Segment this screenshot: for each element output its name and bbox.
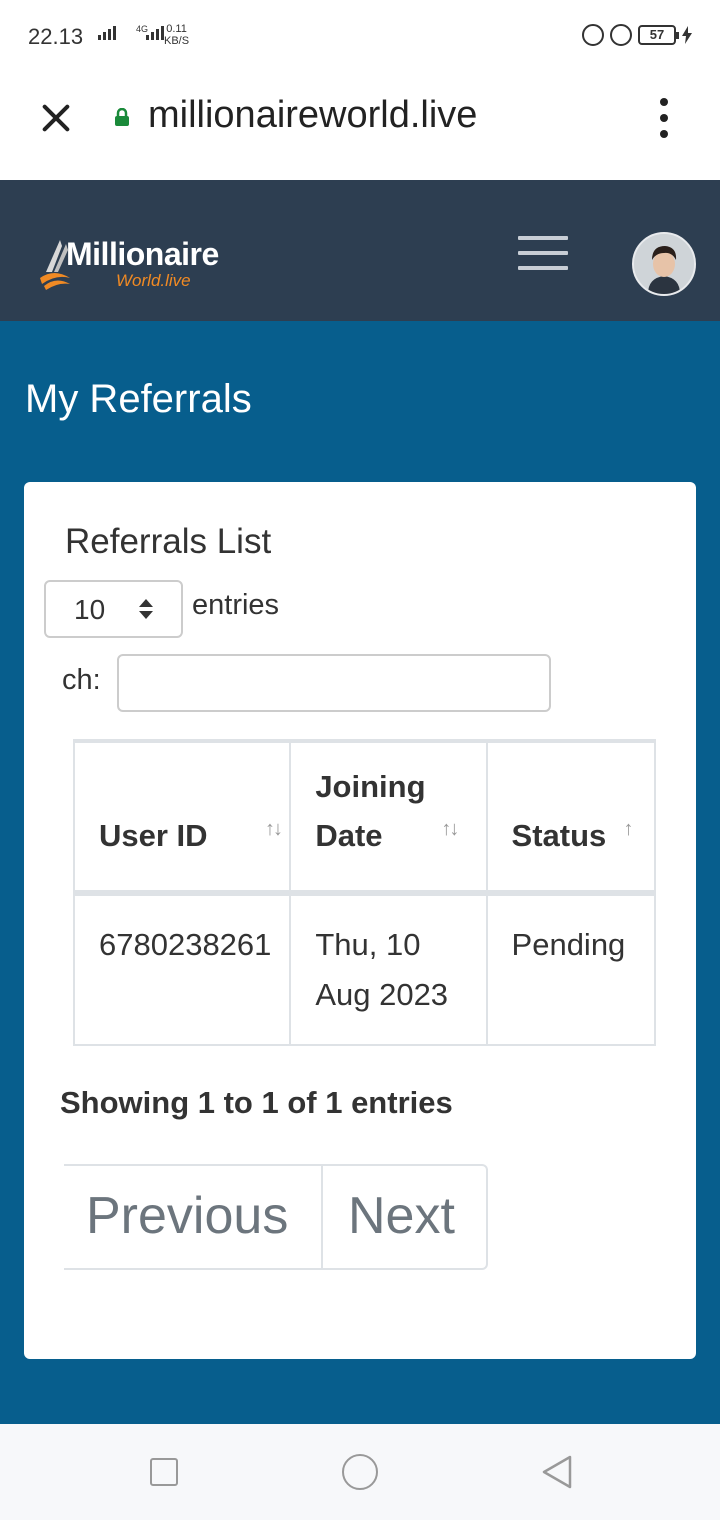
column-header-label: Joining Date — [315, 769, 426, 853]
network-speed-value: 0.11 — [166, 23, 187, 35]
entries-label: entries — [192, 589, 280, 621]
table-info: Showing 1 to 1 of 1 entries — [60, 1085, 453, 1120]
search-label: ch: — [62, 664, 101, 696]
browser-bar: millionaireworld.live — [0, 72, 720, 180]
column-header-label: Status — [511, 818, 607, 853]
select-arrows-icon — [139, 599, 153, 619]
android-nav-bar — [0, 1424, 720, 1520]
home-icon[interactable] — [342, 1454, 378, 1490]
site-header: Millionaire World.live — [0, 180, 720, 321]
battery-icon: 57 — [638, 25, 679, 45]
table-row: 6780238261 Thu, 10 Aug 2023 Pending — [72, 892, 656, 1046]
back-icon[interactable] — [540, 1454, 574, 1490]
alarm-icon — [610, 24, 632, 46]
sort-icon: ↑↓ — [265, 818, 283, 840]
cell-joining-date: Thu, 10 Aug 2023 — [289, 892, 488, 1046]
signal-icon — [98, 26, 116, 40]
card-title: Referrals List — [65, 522, 272, 561]
lock-rotation-icon — [582, 24, 604, 46]
status-bar: 22.13 4G 0.11 KB/S 57 — [0, 0, 720, 72]
sort-icon: ↑↓ — [441, 818, 459, 840]
url-bar[interactable]: millionaireworld.live — [148, 94, 477, 137]
main-content: My Referrals Referrals List 10 entries c… — [0, 321, 720, 1424]
site-logo[interactable]: Millionaire World.live — [40, 236, 240, 292]
previous-button[interactable]: Previous — [64, 1166, 323, 1268]
pagination: Previous Next — [64, 1164, 488, 1270]
logo-text: Millionaire — [66, 236, 219, 272]
sort-icon: ↑ — [623, 818, 634, 840]
network-speed: 0.11 KB/S — [164, 23, 189, 47]
search-input[interactable] — [117, 654, 551, 712]
recent-apps-icon[interactable] — [150, 1458, 178, 1486]
next-button[interactable]: Next — [323, 1166, 486, 1268]
column-header-user-id[interactable]: User ID ↑↓ — [72, 739, 292, 896]
status-icons: 57 — [582, 24, 692, 46]
logo-subtext: World.live — [116, 271, 191, 290]
user-photo-icon — [634, 234, 694, 294]
avatar[interactable] — [632, 232, 696, 296]
cell-user-id: 6780238261 — [72, 892, 292, 1046]
table-header-row: User ID ↑↓ Joining Date ↑↓ Status ↑ — [72, 739, 656, 896]
status-time: 22.13 — [28, 24, 84, 49]
page-title: My Referrals — [25, 377, 252, 421]
cell-status: Pending — [485, 892, 656, 1046]
column-header-status[interactable]: Status ↑ — [485, 739, 656, 896]
hamburger-icon[interactable] — [518, 236, 568, 270]
referrals-table: User ID ↑↓ Joining Date ↑↓ Status ↑ 6780… — [64, 739, 656, 1047]
lock-icon — [115, 108, 129, 126]
close-icon[interactable] — [38, 100, 74, 136]
charging-icon — [682, 26, 692, 44]
network-speed-unit: KB/S — [164, 35, 190, 47]
signal-icon-2 — [146, 26, 164, 40]
entries-length-select[interactable]: 10 — [44, 580, 183, 638]
referrals-card: Referrals List 10 entries ch: User ID ↑↓ — [24, 482, 696, 1359]
more-vert-icon[interactable] — [652, 98, 676, 138]
entries-length-value: 10 — [74, 594, 106, 625]
column-header-joining-date[interactable]: Joining Date ↑↓ — [289, 739, 488, 896]
column-header-label: User ID — [99, 818, 208, 853]
